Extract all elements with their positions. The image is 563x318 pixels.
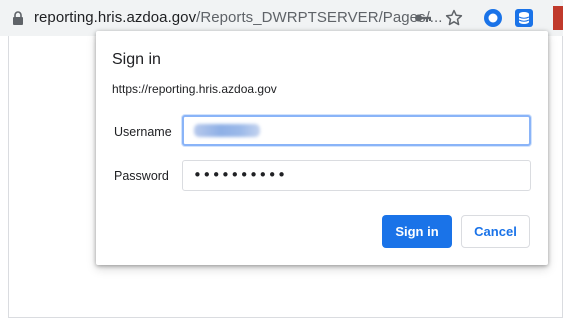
password-label: Password — [114, 169, 169, 183]
dialog-title: Sign in — [112, 51, 161, 68]
extension-database-icon[interactable] — [514, 8, 534, 28]
extension-partial-icon[interactable] — [553, 6, 563, 30]
extension-ring-icon[interactable] — [483, 8, 503, 28]
key-icon[interactable] — [414, 10, 432, 26]
cancel-button[interactable]: Cancel — [461, 215, 530, 248]
url-host: reporting.hris.azdoa.gov — [34, 9, 197, 26]
username-redacted-value — [194, 124, 260, 137]
url-path: /Reports_DWRPTSERVER/Pages/... — [196, 9, 443, 26]
username-label: Username — [114, 125, 172, 139]
address-bar[interactable]: reporting.hris.azdoa.gov/Reports_DWRPTSE… — [34, 9, 442, 26]
sign-in-dialog: Sign in https://reporting.hris.azdoa.gov… — [96, 31, 548, 265]
lock-icon[interactable] — [11, 11, 25, 25]
username-field[interactable] — [182, 115, 531, 146]
bookmark-star-icon[interactable] — [444, 8, 464, 28]
password-field[interactable]: •••••••••• — [182, 160, 531, 191]
dialog-origin: https://reporting.hris.azdoa.gov — [112, 82, 277, 96]
sign-in-button[interactable]: Sign in — [382, 215, 452, 248]
password-mask: •••••••••• — [193, 166, 287, 184]
